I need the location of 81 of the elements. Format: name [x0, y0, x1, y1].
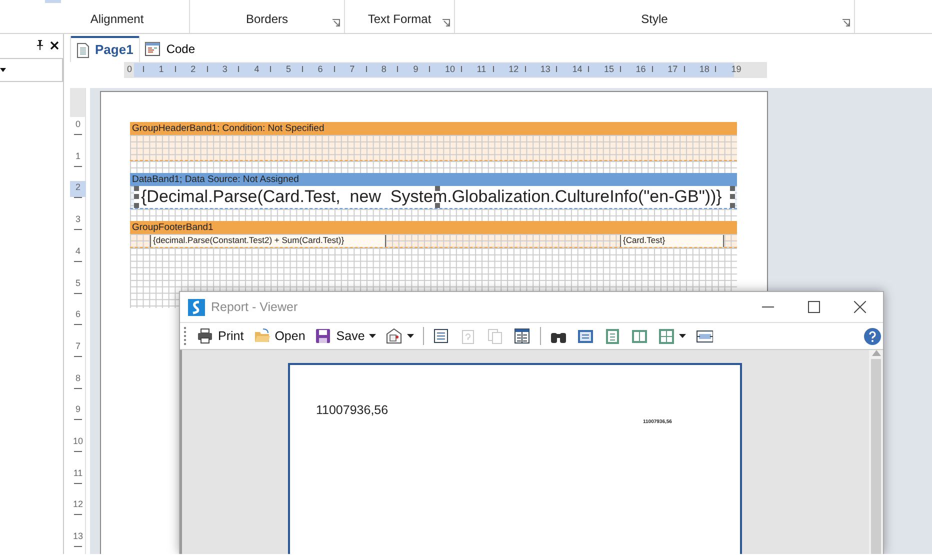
ruler-number: 7	[350, 63, 355, 76]
ruler-number: 5	[74, 276, 82, 290]
ruler-number: 13	[72, 530, 84, 544]
close-icon[interactable]	[50, 40, 59, 50]
caret-icon	[368, 334, 376, 338]
page-icon	[77, 42, 89, 58]
ruler-number: 16	[636, 63, 646, 76]
toolbar-button[interactable]: Print	[194, 325, 247, 347]
ruler-number: 19	[731, 63, 742, 76]
ruler-number: 2	[70, 181, 86, 198]
ruler-number: 15	[604, 63, 614, 76]
ruler-number: 1	[74, 150, 82, 163]
dialog-launcher-icon[interactable]	[842, 19, 850, 27]
ruler-number: 11	[72, 466, 84, 480]
expression-field[interactable]: {Card.Test}	[620, 235, 724, 247]
ruler-number: 14	[572, 63, 582, 76]
tab[interactable]: Code	[139, 36, 201, 62]
ruler-number: 8	[74, 372, 82, 385]
ruler-number: 6	[74, 308, 82, 322]
ruler-number: 0	[74, 118, 82, 131]
caret-icon	[678, 334, 686, 338]
ruler-number: 4	[74, 244, 82, 258]
caret-icon	[406, 334, 414, 338]
scrollbar[interactable]	[869, 350, 883, 554]
band-header[interactable]: GroupHeaderBand1; Condition: Not Specified	[130, 122, 737, 135]
two-columns-icon	[630, 328, 648, 344]
single-page-icon	[576, 328, 594, 344]
copy-icon	[486, 328, 504, 344]
export-icon	[386, 328, 403, 344]
table-page-icon	[514, 328, 531, 344]
maximize-icon[interactable]	[808, 301, 820, 313]
dialog-launcher-icon[interactable]	[442, 19, 450, 27]
group-label: Alignment	[90, 11, 144, 28]
ruler-number: 18	[699, 63, 710, 76]
group-label: Borders	[246, 11, 288, 28]
ruler-number: 6	[318, 63, 323, 76]
ruler-number: 13	[540, 63, 550, 76]
ruler-number: 9	[413, 63, 418, 76]
printer-icon	[197, 328, 214, 344]
ruler-number: 8	[381, 63, 386, 76]
dialog-launcher-icon[interactable]	[332, 19, 340, 27]
ruler-number: 9	[74, 403, 82, 416]
expression-field[interactable]: {Decimal.Parse(Card.Test, new System.Globalization.CultureInfo("en-GB"))}	[134, 186, 735, 208]
expression-field[interactable]: {decimal.Parse(Constant.Test2) + Sum(Card.Test)}	[150, 235, 386, 247]
band-header[interactable]: DataBand1; Data Source: Not Assigned	[130, 173, 737, 186]
folder-icon	[254, 328, 271, 344]
toolbar-button[interactable]: Open	[250, 325, 308, 347]
ruler-number: 10	[72, 435, 84, 448]
ruler-number: 10	[445, 63, 456, 76]
dropdown-field[interactable]	[0, 58, 63, 82]
report-value: 11007936,56	[316, 402, 388, 419]
ruler-number: 17	[668, 63, 678, 76]
ruler-number: 11	[476, 63, 486, 76]
ruler-number: 12	[508, 63, 519, 76]
band-header[interactable]: GroupFooterBand1	[130, 221, 737, 234]
app-logo-icon	[188, 298, 205, 316]
group-label: Text Format	[368, 11, 432, 28]
ruler-number: 0	[127, 63, 132, 76]
ribbon-highlight	[45, 0, 61, 3]
ruler-number: 2	[190, 63, 196, 76]
ruler-number: 1	[158, 63, 164, 76]
clipboard-icon	[460, 328, 477, 344]
ruler-number: 7	[74, 340, 82, 353]
window-title: Report - Viewer	[211, 298, 298, 316]
pin-icon[interactable]	[36, 40, 44, 50]
ruler-number: 3	[74, 213, 82, 226]
list-page-icon	[432, 328, 450, 344]
group-label: Style	[641, 11, 668, 28]
ruler-number: 3	[222, 63, 228, 76]
one-column-icon	[604, 328, 621, 344]
ruler-number: 12	[72, 498, 84, 512]
grid-pages-icon	[658, 328, 675, 344]
page-width-icon	[696, 328, 713, 344]
close-icon[interactable]	[854, 301, 866, 313]
caret-icon	[0, 68, 6, 72]
tab[interactable]: Page1	[71, 36, 140, 62]
code-icon	[145, 42, 160, 56]
ruler-number: 5	[286, 63, 292, 76]
toolbar-button[interactable]: Save	[312, 325, 379, 347]
help-icon[interactable]	[864, 328, 881, 344]
ruler-number: 4	[254, 63, 260, 76]
